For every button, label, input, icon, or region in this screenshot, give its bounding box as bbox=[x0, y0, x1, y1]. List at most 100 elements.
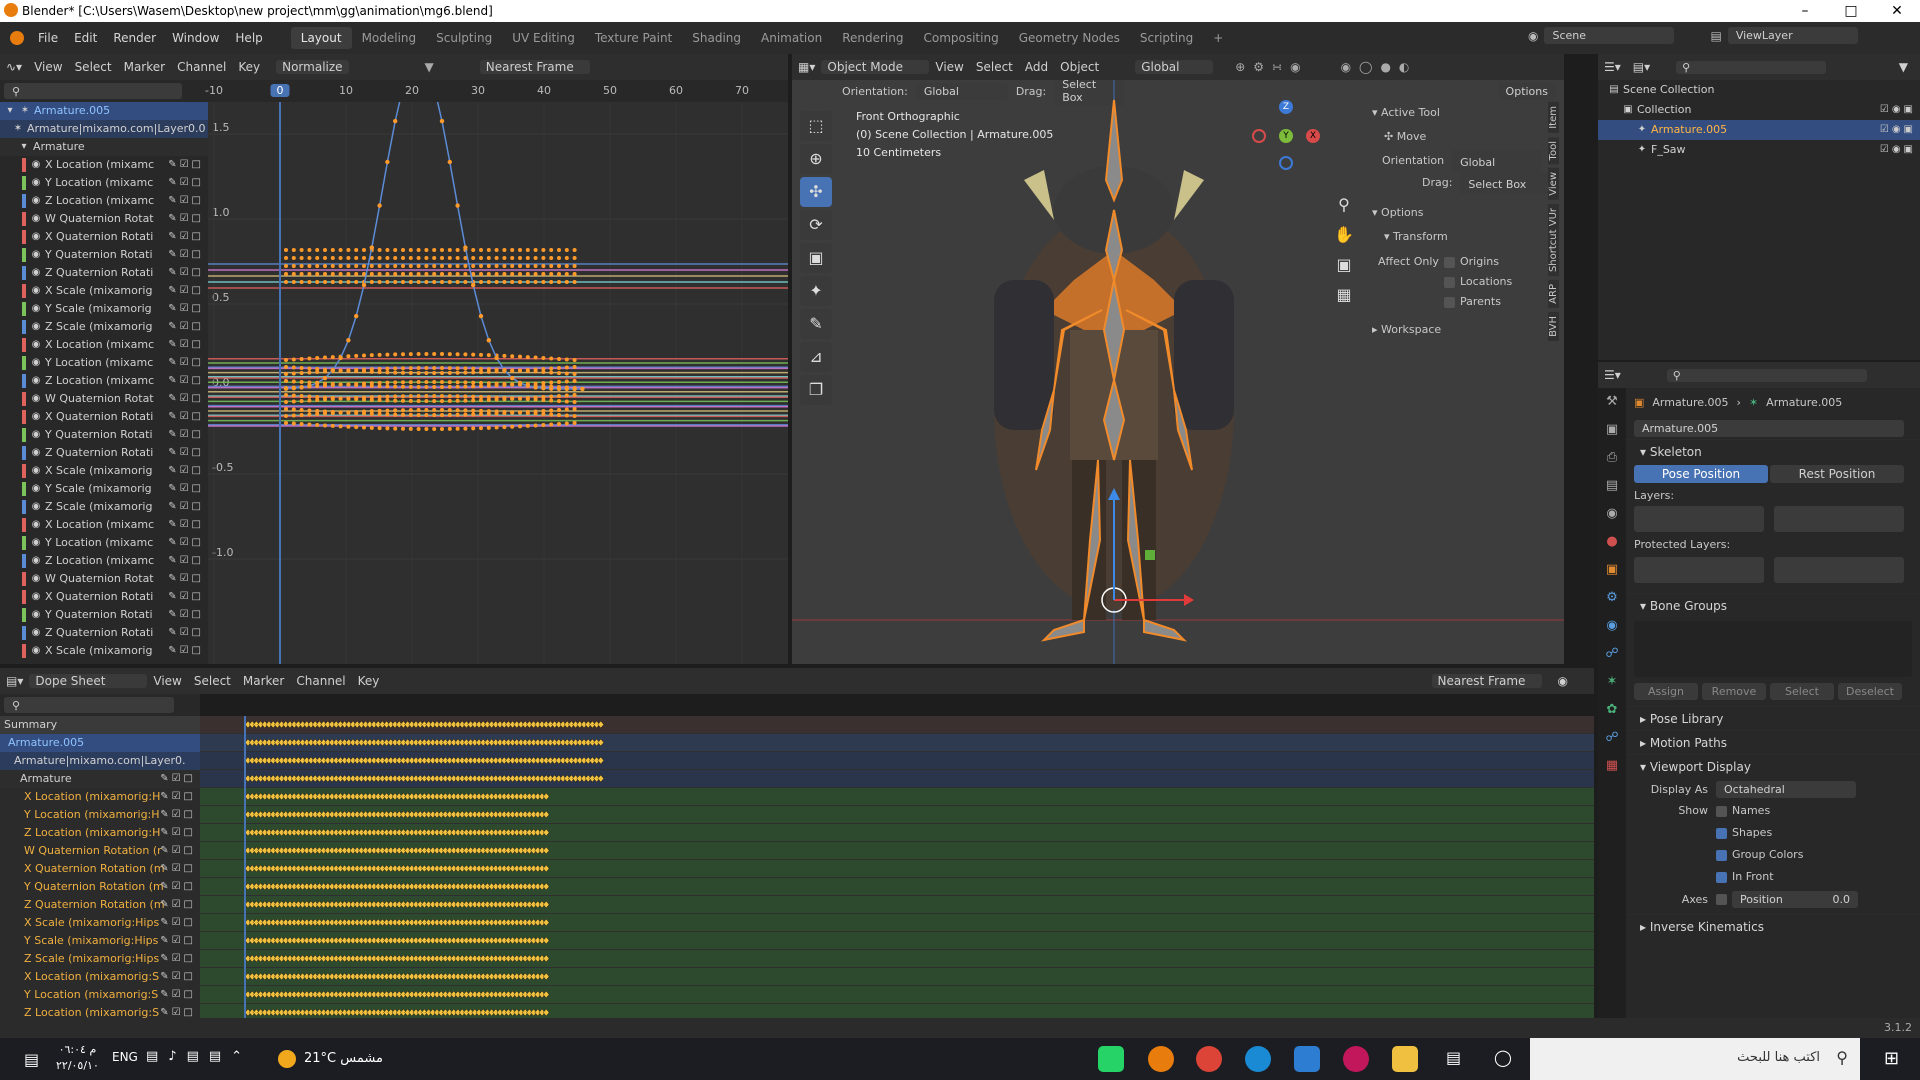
dope_sheet-menu-select[interactable]: Select bbox=[188, 674, 237, 688]
channel-toggle-icons[interactable]: ✎☑□ bbox=[168, 318, 204, 336]
affect-origins-checkbox[interactable]: Origins bbox=[1444, 252, 1512, 272]
transform-orientation-dropdown[interactable]: Global bbox=[1135, 60, 1214, 74]
taskbar-search-box[interactable]: اكتب هنا للبحث ⚲ bbox=[1530, 1038, 1860, 1080]
bone-group-assign-button[interactable]: Assign bbox=[1634, 683, 1698, 700]
viewport-menu-add[interactable]: Add bbox=[1019, 60, 1054, 74]
pose-position-button[interactable]: Pose Position bbox=[1634, 465, 1768, 483]
gizmo-neg-x-axis[interactable] bbox=[1252, 129, 1266, 143]
channel-toggle-icons[interactable]: ✎☑□ bbox=[168, 606, 204, 624]
dope-channel-row[interactable]: Armature.005 bbox=[0, 734, 200, 752]
channel-toggle-icons[interactable]: ✎☑□ bbox=[168, 552, 204, 570]
whatsapp-icon[interactable] bbox=[1098, 1046, 1124, 1072]
eye-icon[interactable]: ◉ bbox=[30, 210, 42, 228]
channel-toggle-icons[interactable]: ✎☑□ bbox=[168, 498, 204, 516]
bone-group-deselect-button[interactable]: Deselect bbox=[1838, 683, 1902, 700]
channel-toggle-icons[interactable]: ✎☑□ bbox=[168, 426, 204, 444]
workspace-tab-0[interactable]: Layout bbox=[290, 27, 352, 49]
transform-subsection[interactable]: ▾ Transform bbox=[1372, 226, 1550, 248]
dope-channel-row[interactable]: W Quaternion Rotation (r ✎☑□ bbox=[0, 842, 200, 860]
fcurve-channel-row[interactable]: ◉ Z Scale (mixamorig ✎☑□ bbox=[0, 318, 208, 336]
channel-toggle-icons[interactable]: ✎☑□ bbox=[168, 408, 204, 426]
view-layer-field[interactable]: ViewLayer bbox=[1727, 27, 1858, 44]
bone-tab-icon[interactable]: ✿ bbox=[1598, 696, 1626, 724]
eye-icon[interactable]: ◉ bbox=[30, 408, 42, 426]
workspace-section[interactable]: ▸ Workspace bbox=[1372, 318, 1550, 342]
tool-orientation-dropdown[interactable]: Global bbox=[1452, 150, 1543, 172]
outliner-item-row[interactable]: ▣ Collection ☑◉▣ bbox=[1598, 100, 1920, 120]
fcurve-channel-row[interactable]: ◉ Y Location (mixamc ✎☑□ bbox=[0, 174, 208, 192]
dope-channel-row[interactable]: Y Quaternion Rotation (m ✎☑□ bbox=[0, 878, 200, 896]
output-tab-icon[interactable]: ⎙ bbox=[1598, 444, 1626, 472]
dope-snap-dropdown[interactable]: Nearest Frame bbox=[1431, 674, 1542, 688]
display-mode-icon[interactable]: ▤▾ bbox=[1627, 60, 1656, 74]
dope-toggle-icons[interactable]: ✎☑□ bbox=[160, 932, 196, 950]
eye-icon[interactable]: ◉ bbox=[30, 642, 42, 660]
fcurve-channel-row[interactable]: ◉ X Quaternion Rotati ✎☑□ bbox=[0, 408, 208, 426]
task-view-icon[interactable]: ▤ bbox=[1446, 1048, 1461, 1067]
sidebar-tab-5[interactable]: BVH bbox=[1548, 311, 1559, 341]
file-explorer-icon[interactable] bbox=[1392, 1046, 1418, 1072]
show-group-colors-checkbox[interactable]: Group Colors bbox=[1716, 844, 1803, 866]
display-as-dropdown[interactable]: Octahedral bbox=[1716, 780, 1856, 798]
view-layer-tab-icon[interactable]: ▤ bbox=[1598, 472, 1626, 500]
current-frame-indicator[interactable]: 0 bbox=[270, 84, 290, 97]
eye-icon[interactable]: ◉ bbox=[30, 318, 42, 336]
viewport-3d[interactable]: Orientation: Global Drag: Select Box Opt… bbox=[792, 80, 1564, 664]
axes-checkbox[interactable] bbox=[1716, 893, 1727, 905]
dope_sheet-menu-channel[interactable]: Channel bbox=[290, 674, 351, 688]
viewport-editor-type-icon[interactable]: ▦▾ bbox=[792, 60, 821, 74]
menu-file[interactable]: File bbox=[30, 31, 66, 45]
fcurve-channel-row[interactable]: ◉ Y Quaternion Rotati ✎☑□ bbox=[0, 426, 208, 444]
outliner-type-icon[interactable]: ☰▾ bbox=[1598, 60, 1627, 74]
affect-locations-checkbox[interactable]: Locations bbox=[1444, 272, 1512, 292]
bone-group-select-button[interactable]: Select bbox=[1770, 683, 1834, 700]
viewport-menu-view[interactable]: View bbox=[929, 60, 969, 74]
visibility-icons[interactable]: ☑◉▣ bbox=[1880, 121, 1916, 139]
menu-render[interactable]: Render bbox=[105, 31, 164, 45]
dope-channel-row[interactable]: Z Location (mixamorig:H ✎☑□ bbox=[0, 824, 200, 842]
dope-channel-row[interactable]: Z Scale (mixamorig:Hips ✎☑□ bbox=[0, 950, 200, 968]
outliner-item-row[interactable]: ✦ F_Saw ☑◉▣ bbox=[1598, 140, 1920, 160]
show-shapes-checkbox[interactable]: Shapes bbox=[1716, 822, 1803, 844]
dope-toggle-icons[interactable]: ✎☑□ bbox=[160, 788, 196, 806]
eye-icon[interactable]: ◉ bbox=[30, 570, 42, 588]
eye-icon[interactable]: ◉ bbox=[30, 228, 42, 246]
eye-icon[interactable]: ◉ bbox=[30, 264, 42, 282]
menu-window[interactable]: Window bbox=[164, 31, 227, 45]
channel-action-row[interactable]: ✶ Armature|mixamo.com|Layer0.0 bbox=[0, 120, 208, 138]
texture-tab-icon[interactable]: ▦ bbox=[1598, 752, 1626, 780]
channel-toggle-icons[interactable]: ✎☑□ bbox=[168, 444, 204, 462]
outliner-search-input[interactable]: ⚲ bbox=[1676, 60, 1827, 74]
dope-channel-row[interactable]: Y Location (mixamorig:H ✎☑□ bbox=[0, 806, 200, 824]
snapping-icons[interactable]: ⊕⚙∺◉ bbox=[1229, 60, 1314, 74]
dope-toggle-icons[interactable]: ✎☑□ bbox=[160, 824, 196, 842]
menu-help[interactable]: Help bbox=[227, 31, 270, 45]
eye-icon[interactable]: ◉ bbox=[30, 606, 42, 624]
channel-search-input[interactable]: ⚲ bbox=[4, 83, 182, 99]
constraints-tab-icon[interactable]: ☍ bbox=[1598, 640, 1626, 668]
eye-icon[interactable]: ◉ bbox=[30, 552, 42, 570]
dope-toggle-icons[interactable]: ✎☑□ bbox=[160, 806, 196, 824]
workspace-tab-8[interactable]: Compositing bbox=[913, 27, 1008, 49]
dope-toggle-icons[interactable]: ✎☑□ bbox=[160, 1004, 196, 1018]
channel-toggle-icons[interactable]: ✎☑□ bbox=[168, 282, 204, 300]
channel-toggle-icons[interactable]: ✎☑□ bbox=[168, 516, 204, 534]
notification-icon[interactable]: ▤ bbox=[24, 1050, 39, 1069]
eye-icon[interactable]: ◉ bbox=[30, 426, 42, 444]
affect-parents-checkbox[interactable]: Parents bbox=[1444, 292, 1512, 312]
camera-icon[interactable]: ▣ bbox=[1332, 250, 1356, 280]
fcurve-channel-row[interactable]: ◉ X Location (mixamc ✎☑□ bbox=[0, 336, 208, 354]
fcurve-channel-row[interactable]: ◉ X Quaternion Rotati ✎☑□ bbox=[0, 228, 208, 246]
sidebar-tab-4[interactable]: ARP bbox=[1548, 279, 1559, 308]
gizmo-y-axis[interactable]: Y bbox=[1279, 129, 1293, 143]
channel-toggle-icons[interactable]: ✎☑□ bbox=[168, 336, 204, 354]
dope-keyframe-area[interactable] bbox=[200, 716, 1594, 1018]
fcurve-channel-row[interactable]: ◉ Y Location (mixamc ✎☑□ bbox=[0, 534, 208, 552]
minimize-button[interactable]: – bbox=[1782, 0, 1828, 22]
outliner-item-row[interactable]: ✦ Armature.005 ☑◉▣ bbox=[1598, 120, 1920, 140]
graph-curve-area[interactable]: 2.01.51.00.50.0-0.5-1.0 bbox=[208, 102, 788, 664]
dope-channel-row[interactable]: X Location (mixamorig:H ✎☑□ bbox=[0, 788, 200, 806]
physics-tab-icon[interactable]: ◉ bbox=[1598, 612, 1626, 640]
eye-icon[interactable]: ◉ bbox=[30, 534, 42, 552]
layers-grid[interactable] bbox=[1626, 506, 1920, 532]
